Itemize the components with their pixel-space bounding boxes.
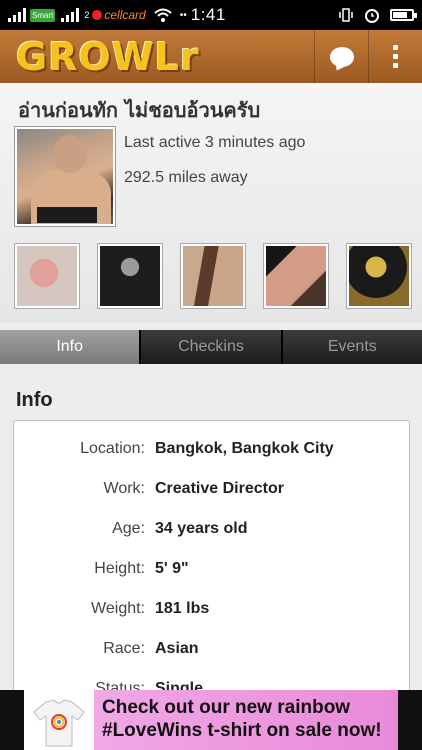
last-active-text: Last active 3 minutes ago [124,134,306,151]
ad-banner[interactable]: Check out our new rainbow #LoveWins t-sh… [0,690,422,750]
info-label: Location: [80,440,145,457]
ad-line-2: #LoveWins t-shirt on sale now! [102,720,382,741]
photo-thumbnails [15,244,411,308]
chat-bubble-icon [329,46,354,67]
clock-time: 1:41 [190,5,226,24]
profile-username: อ่านก่อนทัก ไม่ชอบอ้วนครับ [18,98,261,122]
carrier-2-label: cellcard [104,8,146,22]
info-row-race: Race: Asian [14,640,409,664]
info-section-title: Info [16,389,53,411]
info-label: Age: [112,520,145,537]
info-row-work: Work: Creative Director [14,480,409,504]
wifi-icon [154,8,172,22]
info-label: Work: [103,480,145,497]
profile-header: อ่านก่อนทัก ไม่ชอบอ้วนครับ Last active 3… [0,83,422,323]
growlr-logo: GROWLr [16,34,200,79]
overflow-menu-button[interactable] [368,30,422,83]
carrier-logo-icon [92,10,103,20]
ad-text: Check out our new rainbow #LoveWins t-sh… [102,696,382,742]
ad-line-1: Check out our new rainbow [102,697,351,718]
messages-button[interactable] [314,30,368,83]
info-label: Height: [94,560,145,577]
tab-events[interactable]: Events [282,330,422,364]
profile-tabs: Info Checkins Events [0,330,422,364]
info-value: Asian [155,640,199,657]
sync-dots-icon: •• [179,9,187,21]
ad-content[interactable]: Check out our new rainbow #LoveWins t-sh… [24,690,398,750]
alarm-icon [365,9,379,23]
photo-thumbnail[interactable] [264,244,328,308]
carrier-2: cellcard [92,8,146,22]
overflow-menu-icon [393,45,398,68]
signal-strength-icon [8,8,26,22]
carrier-badge: Smart [30,8,56,22]
info-value: 5' 9" [155,560,189,577]
photo-thumbnail[interactable] [181,244,245,308]
tab-info[interactable]: Info [0,330,142,364]
info-label: Weight: [91,600,145,617]
battery-level [393,12,407,18]
tab-checkins[interactable]: Checkins [141,330,283,364]
info-row-age: Age: 34 years old [14,520,409,544]
info-value: 181 lbs [155,600,210,617]
battery-icon [390,9,417,21]
info-card: Location: Bangkok, Bangkok City Work: Cr… [13,420,410,700]
status-bar: Smart 2 cellcard •• 1:41 [0,0,422,30]
info-row-location: Location: Bangkok, Bangkok City [14,440,409,464]
info-value: Creative Director [155,480,284,497]
info-row-height: Height: 5' 9" [14,560,409,584]
info-value: Bangkok, Bangkok City [155,440,334,457]
photo-thumbnail[interactable] [98,244,162,308]
sim-slot-number: 2 [84,10,90,20]
tshirt-icon [33,699,85,747]
info-label: Race: [103,640,145,657]
signal-strength-icon-2 [61,8,80,22]
distance-text: 292.5 miles away [124,169,248,186]
vibrate-icon [339,8,353,22]
info-value: 34 years old [155,520,248,537]
profile-photo[interactable] [15,127,115,226]
info-row-weight: Weight: 181 lbs [14,600,409,624]
app-header: GROWLr [0,30,422,83]
photo-thumbnail[interactable] [347,244,411,308]
photo-thumbnail[interactable] [15,244,79,308]
